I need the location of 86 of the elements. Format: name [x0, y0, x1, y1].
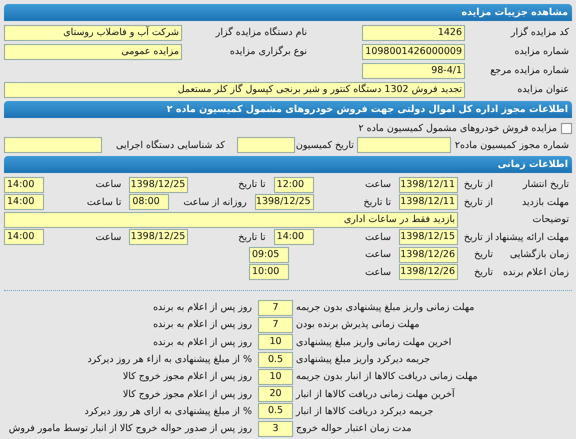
date-field[interactable]: 1398/12/25 — [129, 229, 188, 246]
field-label: اخرین مهلت زمانی واریز مبلغ پیشنهادی — [295, 336, 452, 348]
number-field[interactable]: 0.5 — [258, 403, 293, 420]
field-label: آخرین مهلت زمانی دریافت کالاها از انبار — [294, 388, 456, 400]
field-label: مهلت زمانی پذیرش برنده بودن — [295, 319, 421, 330]
section-header: مشاهده جزییات مزایده — [4, 4, 572, 21]
field-label: عنوان مزایده — [516, 84, 570, 95]
text-field[interactable]: شرکت آب و فاضلاب روستای — [4, 24, 182, 40]
text-field[interactable]: 1426 — [362, 24, 465, 40]
field-label: از تاریخ — [462, 179, 493, 190]
field-label: تاریخ انتشار — [522, 179, 570, 190]
field-label: شماره مزایده — [513, 46, 570, 57]
date-field[interactable]: 1398/12/25 — [254, 194, 314, 210]
field-label: تاریخ — [473, 266, 493, 278]
date-field[interactable]: 1398/12/11 — [399, 176, 458, 193]
field-hint: روز پس از اعلام به برنده — [153, 319, 253, 330]
time-field[interactable]: 14:00 — [4, 176, 44, 193]
field-label: مهلت زمانی دریافت کالاها از انبار بدون جریمه — [295, 371, 479, 382]
text-field[interactable]: 1098001426000009 — [362, 44, 465, 60]
field-hint: % از مبلغ پیشنهادی به ازاء هر روز دیرکرد — [87, 354, 253, 366]
field-label: از تاریخ — [462, 196, 493, 208]
time-field[interactable]: 12:00 — [274, 176, 314, 193]
number-field[interactable]: 20 — [258, 386, 293, 402]
field-label: کد شناسایی دستگاه اجرایی — [115, 140, 226, 150]
date-field[interactable]: 1398/12/11 — [399, 194, 458, 210]
field-label: ساعت — [364, 249, 392, 260]
field-label: زمان اعلام برنده — [502, 266, 570, 278]
field-label: تا ساعت — [86, 196, 122, 208]
date-field[interactable]: 1398/12/26 — [399, 264, 458, 280]
field-label: نام دستگاه مزایده گزار — [214, 27, 307, 38]
field-hint: روز پس از اعلام مجوز خروج کالا — [122, 388, 253, 400]
number-field[interactable]: 3 — [258, 420, 293, 437]
text-field[interactable] — [236, 137, 295, 153]
field-label: تا تاریخ — [237, 179, 267, 190]
checkbox[interactable] — [561, 123, 572, 134]
field-label: کد مزایده گزار — [510, 27, 570, 38]
field-label: از تاریخ — [462, 232, 493, 243]
text-field[interactable] — [356, 137, 451, 153]
section-header: اطلاعات زمانی — [4, 156, 572, 173]
time-field[interactable]: 08:00 — [129, 194, 170, 210]
date-field[interactable]: 1398/12/26 — [399, 246, 458, 263]
field-label: روزانه از ساعت — [182, 196, 248, 208]
field-label: زمان بازگشایی — [508, 249, 570, 260]
text-field[interactable]: 98-4/1 — [362, 62, 465, 78]
number-field[interactable]: 10 — [258, 368, 293, 385]
field-label: شماره مجوز کمیسیون ماده۲ — [454, 140, 570, 150]
field-label: نوع برگزاری مزایده — [228, 46, 307, 57]
field-label: جریمه دیرکرد واریز مبلغ پیشنهادی — [295, 354, 432, 366]
field-label: ساعت — [94, 232, 122, 243]
time-field[interactable]: 09:05 — [248, 246, 289, 263]
text-field[interactable]: بازدید فقط در ساعات اداری — [4, 212, 458, 228]
field-label: جریمه دیرکرد دریافت کالاها از انبار — [294, 406, 434, 417]
time-field[interactable]: 10:00 — [248, 264, 289, 280]
field-hint: روز پس از اعلام به برنده — [153, 302, 253, 314]
number-field[interactable]: 10 — [258, 334, 293, 350]
field-label: تاریخ کمیسیون — [294, 140, 355, 150]
field-label: ساعت — [364, 232, 392, 243]
field-label: مهلت زمانی واریز مبلغ پیشنهادی بدون جریمه — [295, 302, 476, 314]
text-field[interactable]: تجدید فروش 1302 دستگاه کنتور و شیر برنجی کپسول گاز کلر مستعمل — [4, 82, 465, 98]
checkbox-label: مزایده فروش خودروهای مشمول کمیسیون ماده ۲ — [358, 123, 557, 134]
number-field[interactable]: 7 — [258, 316, 293, 333]
field-label: تاریخ — [473, 249, 493, 260]
field-label: مدت زمان اعتبار حواله خروج — [295, 423, 412, 434]
field-label: ساعت — [94, 179, 122, 190]
field-label: تا تاریخ — [362, 196, 392, 208]
field-hint: روز پس از صدور حواله خروج کالا از انبار توسط مامور فروش — [8, 423, 253, 434]
field-hint: % از مبلغ پیشنهادی به ازای هر روز دیرکرد — [84, 406, 253, 417]
section-header: اطلاعات مجوز اداره کل اموال دولتی جهت فروش خودروهای مشمول کمیسیون ماده ۲ — [4, 101, 572, 118]
date-field[interactable]: 1398/12/15 — [399, 229, 458, 246]
field-label: شماره مزایده مرجع — [489, 65, 570, 76]
date-field[interactable]: 1398/12/25 — [129, 176, 188, 193]
text-field[interactable]: مزایده عمومی — [4, 44, 182, 60]
field-label: ساعت — [364, 266, 392, 278]
number-field[interactable]: 7 — [258, 300, 293, 316]
field-label: ساعت — [364, 179, 392, 190]
field-label: توضیحات — [532, 214, 570, 226]
number-field[interactable]: 0.5 — [258, 352, 293, 368]
field-hint: روز پس از اعلام مجوز خروج کالا — [122, 371, 253, 382]
field-label: مهلت ارائه پیشنهاد — [494, 232, 570, 243]
time-field[interactable]: 14:00 — [274, 229, 314, 246]
field-label: مهلت بازدید — [521, 196, 570, 208]
time-field[interactable]: 14:00 — [4, 229, 44, 246]
text-field[interactable] — [4, 137, 102, 153]
field-hint: روز پس از اعلام به برنده — [153, 336, 253, 348]
field-label: تا تاریخ — [237, 232, 267, 243]
time-field[interactable]: 14:00 — [4, 194, 44, 210]
